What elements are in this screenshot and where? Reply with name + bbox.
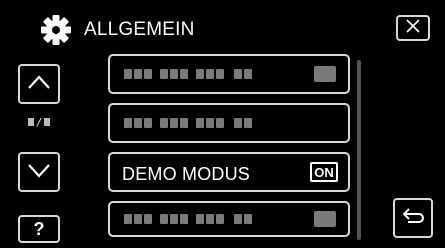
- status-badge: ON: [310, 162, 338, 182]
- page-title: ALLGEMEIN: [84, 19, 195, 40]
- scroll-down-button[interactable]: [18, 152, 60, 192]
- garbled-value-glyph: [314, 211, 336, 227]
- menu-item[interactable]: [108, 54, 350, 94]
- menu-item[interactable]: [108, 201, 350, 237]
- help-button[interactable]: ?: [18, 215, 60, 243]
- back-button[interactable]: [393, 198, 433, 238]
- chevron-up-icon: [26, 73, 52, 96]
- scroll-up-button[interactable]: [18, 64, 60, 104]
- menu-item-label: DEMO MODUS: [122, 164, 250, 184]
- menu-item[interactable]: [108, 103, 350, 143]
- close-icon: [405, 18, 421, 38]
- gear-icon: [36, 10, 76, 50]
- return-arrow-icon: [400, 204, 426, 233]
- scrollbar[interactable]: [357, 60, 361, 240]
- page-indicator: /: [24, 115, 54, 129]
- close-button[interactable]: [396, 15, 430, 41]
- chevron-down-icon: [26, 161, 52, 184]
- garbled-value-glyph: [314, 66, 336, 82]
- settings-screen: ALLGEMEIN / ? DEMO MODUS ON: [0, 0, 445, 248]
- help-label: ?: [33, 218, 45, 239]
- menu-item-demo-modus[interactable]: DEMO MODUS ON: [108, 152, 350, 192]
